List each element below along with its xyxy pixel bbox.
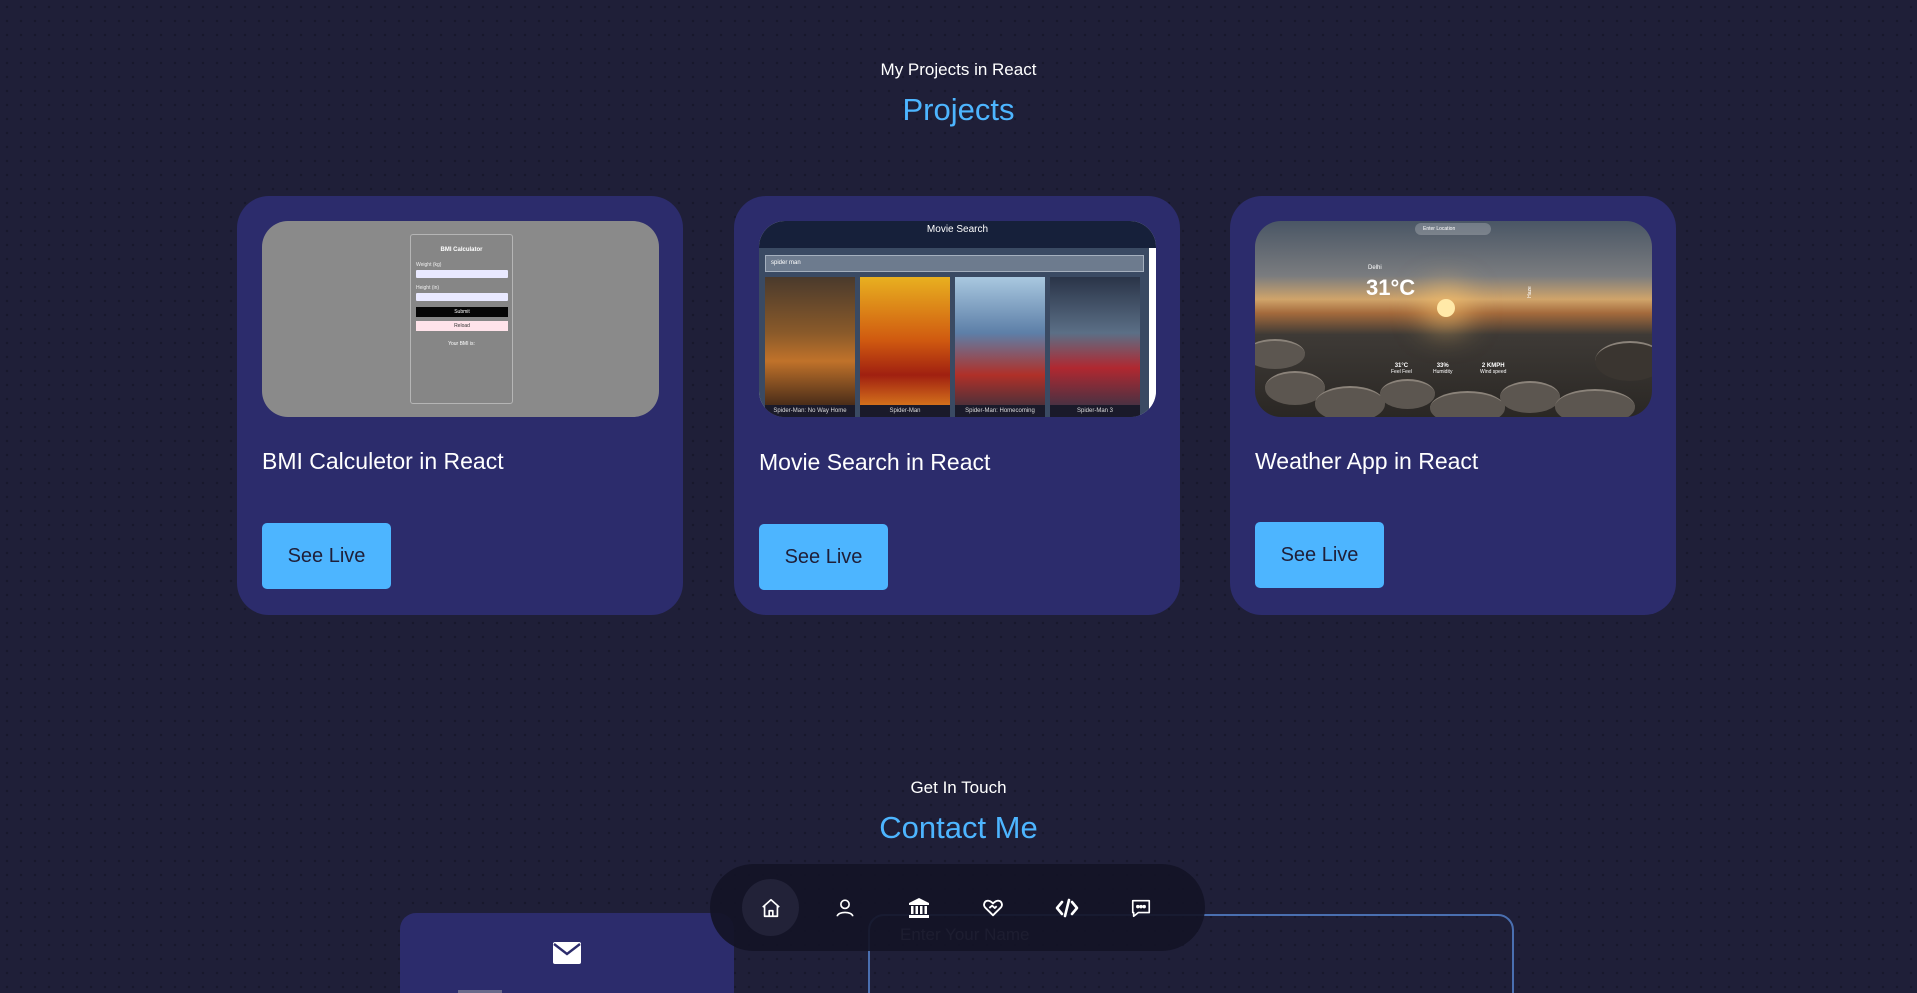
nav-contact[interactable] bbox=[1112, 879, 1169, 936]
weather-thumb-search: Enter Location bbox=[1415, 223, 1491, 235]
contact-option-email[interactable] bbox=[400, 913, 734, 993]
bmi-thumb-weight-label: Weight (kg) bbox=[416, 262, 442, 268]
weather-thumb-condition: Haze bbox=[1526, 286, 1533, 298]
weather-thumb-stat: 2 KMPH Wind speed bbox=[1480, 363, 1507, 375]
project-title: Weather App in React bbox=[1255, 448, 1479, 474]
movie-thumb-search: spider man bbox=[765, 255, 1144, 272]
weather-thumb-stat: 31°C Feel Feel bbox=[1391, 363, 1412, 375]
weather-thumb-stat: 33% Humidity bbox=[1433, 363, 1453, 375]
movie-poster: Spider-Man 3 bbox=[1050, 277, 1140, 417]
nav-home[interactable] bbox=[742, 879, 799, 936]
poster-caption: Spider-Man: No Way Home bbox=[765, 405, 855, 417]
heart-handshake-icon bbox=[982, 899, 1003, 916]
project-title: Movie Search in React bbox=[759, 449, 991, 475]
project-title: BMI Calculetor in React bbox=[262, 448, 504, 474]
bottom-nav bbox=[710, 864, 1205, 951]
bmi-thumb-heading: BMI Calculator bbox=[440, 247, 483, 253]
see-live-button[interactable]: See Live bbox=[1255, 522, 1384, 588]
nav-portfolio[interactable] bbox=[1038, 879, 1095, 936]
weather-thumb-temp: 31°C bbox=[1366, 275, 1416, 300]
movie-poster: Spider-Man bbox=[860, 277, 950, 417]
code-icon bbox=[1055, 898, 1078, 917]
bmi-thumb-height-label: Height (in) bbox=[416, 285, 440, 291]
bmi-thumb-result: Your BMI is: bbox=[448, 341, 475, 347]
contact-subtitle: Get In Touch bbox=[910, 778, 1007, 797]
project-card-weather: Enter Location Delhi 31°C Haze 31°C Feel … bbox=[1230, 196, 1676, 615]
weather-thumb-city: Delhi bbox=[1368, 265, 1382, 271]
bmi-thumb-submit: Submit bbox=[416, 307, 508, 317]
user-icon bbox=[835, 898, 854, 917]
projects-title: Projects bbox=[902, 92, 1015, 127]
movie-search-thumbnail: Movie Search spider man Spider-Man: No W… bbox=[759, 221, 1156, 417]
poster-caption: Spider-Man bbox=[860, 405, 950, 417]
movie-poster: Spider-Man: Homecoming bbox=[955, 277, 1045, 417]
movie-thumb-heading: Movie Search bbox=[759, 221, 1156, 248]
see-live-button[interactable]: See Live bbox=[759, 524, 888, 590]
bank-icon bbox=[908, 897, 929, 918]
nav-about[interactable] bbox=[816, 879, 873, 936]
project-card-movie-search: Movie Search spider man Spider-Man: No W… bbox=[734, 196, 1180, 615]
bmi-thumb-reload: Reload bbox=[416, 321, 508, 331]
project-card-bmi: BMI Calculator Weight (kg) Height (in) S… bbox=[237, 196, 683, 615]
nav-services[interactable] bbox=[964, 879, 1021, 936]
poster-caption: Spider-Man 3 bbox=[1050, 405, 1140, 417]
projects-subtitle: My Projects in React bbox=[880, 60, 1037, 79]
home-icon bbox=[761, 898, 780, 917]
weather-thumbnail: Enter Location Delhi 31°C Haze 31°C Feel … bbox=[1255, 221, 1652, 417]
movie-poster: Spider-Man: No Way Home bbox=[765, 277, 855, 417]
nav-experience[interactable] bbox=[890, 879, 947, 936]
message-icon bbox=[1131, 899, 1150, 917]
contact-title: Contact Me bbox=[879, 810, 1038, 845]
poster-caption: Spider-Man: Homecoming bbox=[955, 405, 1045, 417]
bmi-thumbnail: BMI Calculator Weight (kg) Height (in) S… bbox=[262, 221, 659, 417]
see-live-button[interactable]: See Live bbox=[262, 523, 391, 589]
mail-icon bbox=[553, 942, 581, 964]
